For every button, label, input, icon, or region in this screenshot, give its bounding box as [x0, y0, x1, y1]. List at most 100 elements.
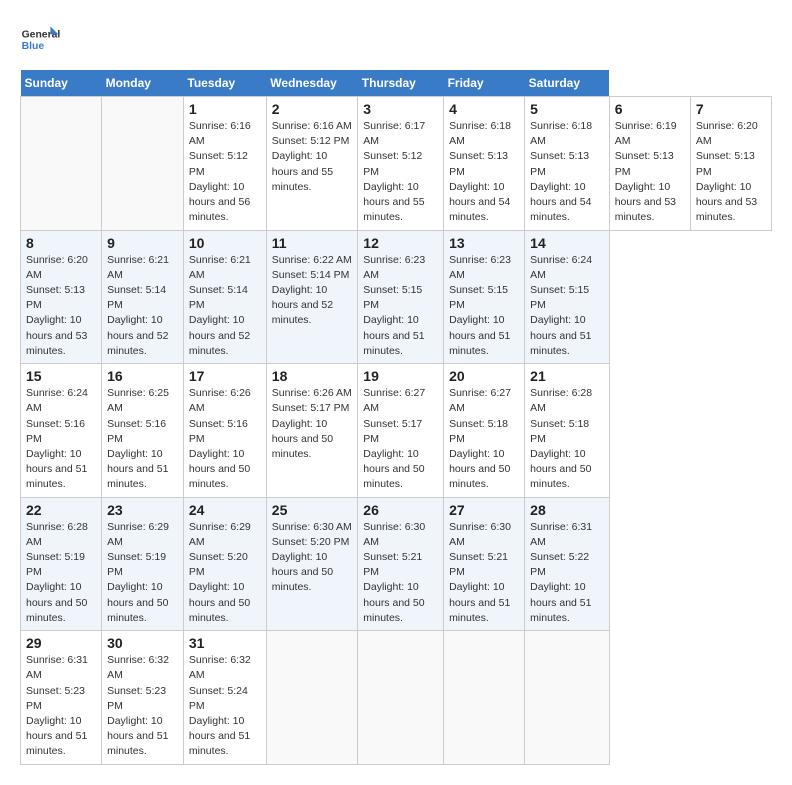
calendar-cell: 30 Sunrise: 6:32 AMSunset: 5:23 PMDayligh… [102, 631, 184, 765]
calendar-cell: 27 Sunrise: 6:30 AMSunset: 5:21 PMDayligh… [444, 497, 525, 631]
day-number: 12 [363, 235, 438, 251]
calendar-cell: 15 Sunrise: 6:24 AMSunset: 5:16 PMDayligh… [21, 364, 102, 498]
day-detail: Sunrise: 6:23 AMSunset: 5:15 PMDaylight:… [449, 253, 519, 360]
calendar-cell: 8 Sunrise: 6:20 AMSunset: 5:13 PMDaylight… [21, 230, 102, 364]
calendar-cell: 2 Sunrise: 6:16 AMSunset: 5:12 PMDaylight… [266, 97, 358, 231]
calendar-cell [358, 631, 444, 765]
calendar-cell: 19Sunrise: 6:27 AMSunset: 5:17 PMDayligh… [358, 364, 444, 498]
day-number: 29 [26, 635, 96, 651]
calendar-cell [266, 631, 358, 765]
calendar-cell: 29 Sunrise: 6:31 AMSunset: 5:23 PMDayligh… [21, 631, 102, 765]
day-detail: Sunrise: 6:30 AMSunset: 5:20 PMDaylight:… [272, 520, 353, 596]
weekday-header: Friday [444, 70, 525, 97]
day-detail: Sunrise: 6:29 AMSunset: 5:19 PMDaylight:… [107, 520, 178, 627]
weekday-header: Thursday [358, 70, 444, 97]
day-number: 8 [26, 235, 96, 251]
calendar-cell [444, 631, 525, 765]
day-detail: Sunrise: 6:18 AMSunset: 5:13 PMDaylight:… [449, 119, 519, 226]
day-number: 14 [530, 235, 604, 251]
day-number: 26 [363, 502, 438, 518]
day-detail: Sunrise: 6:29 AMSunset: 5:20 PMDaylight:… [189, 520, 261, 627]
day-number: 13 [449, 235, 519, 251]
calendar-cell: 6Sunrise: 6:19 AMSunset: 5:13 PMDaylight… [609, 97, 690, 231]
day-number: 4 [449, 101, 519, 117]
day-detail: Sunrise: 6:31 AMSunset: 5:23 PMDaylight:… [26, 653, 96, 760]
calendar-cell: 28 Sunrise: 6:31 AMSunset: 5:22 PMDayligh… [525, 497, 610, 631]
calendar-cell: 24 Sunrise: 6:29 AMSunset: 5:20 PMDayligh… [183, 497, 266, 631]
calendar-cell: 11 Sunrise: 6:22 AMSunset: 5:14 PMDayligh… [266, 230, 358, 364]
calendar-cell: 5Sunrise: 6:18 AMSunset: 5:13 PMDaylight… [525, 97, 610, 231]
calendar-cell: 7Sunrise: 6:20 AMSunset: 5:13 PMDaylight… [690, 97, 771, 231]
day-number: 11 [272, 235, 353, 251]
day-number: 22 [26, 502, 96, 518]
calendar-week-row: 15 Sunrise: 6:24 AMSunset: 5:16 PMDayligh… [21, 364, 772, 498]
calendar-cell: 13 Sunrise: 6:23 AMSunset: 5:15 PMDayligh… [444, 230, 525, 364]
day-number: 23 [107, 502, 178, 518]
logo: General Blue [20, 20, 60, 60]
day-detail: Sunrise: 6:32 AMSunset: 5:24 PMDaylight:… [189, 653, 261, 760]
svg-text:Blue: Blue [22, 41, 45, 52]
day-detail: Sunrise: 6:26 AMSunset: 5:16 PMDaylight:… [189, 386, 261, 493]
weekday-header: Saturday [525, 70, 610, 97]
day-number: 1 [189, 101, 261, 117]
day-number: 10 [189, 235, 261, 251]
calendar-cell: 1 Sunrise: 6:16 AMSunset: 5:12 PMDaylight… [183, 97, 266, 231]
day-number: 5 [530, 101, 604, 117]
calendar-cell: 22 Sunrise: 6:28 AMSunset: 5:19 PMDayligh… [21, 497, 102, 631]
day-number: 21 [530, 368, 604, 384]
day-number: 28 [530, 502, 604, 518]
calendar-cell: 25 Sunrise: 6:30 AMSunset: 5:20 PMDayligh… [266, 497, 358, 631]
calendar-cell: 9 Sunrise: 6:21 AMSunset: 5:14 PMDaylight… [102, 230, 184, 364]
day-number: 19 [363, 368, 438, 384]
calendar-cell: 31Sunrise: 6:32 AMSunset: 5:24 PMDayligh… [183, 631, 266, 765]
calendar-cell: 3Sunrise: 6:17 AMSunset: 5:12 PMDaylight… [358, 97, 444, 231]
day-detail: Sunrise: 6:24 AMSunset: 5:16 PMDaylight:… [26, 386, 96, 493]
day-number: 25 [272, 502, 353, 518]
day-detail: Sunrise: 6:26 AMSunset: 5:17 PMDaylight:… [272, 386, 353, 462]
logo-icon: General Blue [20, 20, 60, 60]
day-number: 16 [107, 368, 178, 384]
day-detail: Sunrise: 6:21 AMSunset: 5:14 PMDaylight:… [107, 253, 178, 360]
day-detail: Sunrise: 6:31 AMSunset: 5:22 PMDaylight:… [530, 520, 604, 627]
weekday-header: Wednesday [266, 70, 358, 97]
calendar-cell: 14Sunrise: 6:24 AMSunset: 5:15 PMDayligh… [525, 230, 610, 364]
calendar-cell: 17 Sunrise: 6:26 AMSunset: 5:16 PMDayligh… [183, 364, 266, 498]
weekday-header: Sunday [21, 70, 102, 97]
day-number: 20 [449, 368, 519, 384]
day-detail: Sunrise: 6:30 AMSunset: 5:21 PMDaylight:… [449, 520, 519, 627]
day-number: 15 [26, 368, 96, 384]
calendar-cell [525, 631, 610, 765]
calendar-cell: 12Sunrise: 6:23 AMSunset: 5:15 PMDayligh… [358, 230, 444, 364]
page-header: General Blue [20, 20, 772, 60]
calendar-cell: 26 Sunrise: 6:30 AMSunset: 5:21 PMDayligh… [358, 497, 444, 631]
day-detail: Sunrise: 6:25 AMSunset: 5:16 PMDaylight:… [107, 386, 178, 493]
calendar-cell: 20Sunrise: 6:27 AMSunset: 5:18 PMDayligh… [444, 364, 525, 498]
weekday-header: Monday [102, 70, 184, 97]
day-number: 27 [449, 502, 519, 518]
calendar-table: SundayMondayTuesdayWednesdayThursdayFrid… [20, 70, 772, 765]
day-number: 9 [107, 235, 178, 251]
calendar-cell: 23 Sunrise: 6:29 AMSunset: 5:19 PMDayligh… [102, 497, 184, 631]
day-number: 17 [189, 368, 261, 384]
day-detail: Sunrise: 6:20 AMSunset: 5:13 PMDaylight:… [696, 119, 766, 226]
weekday-header: Tuesday [183, 70, 266, 97]
day-detail: Sunrise: 6:32 AMSunset: 5:23 PMDaylight:… [107, 653, 178, 760]
day-detail: Sunrise: 6:21 AMSunset: 5:14 PMDaylight:… [189, 253, 261, 360]
day-detail: Sunrise: 6:30 AMSunset: 5:21 PMDaylight:… [363, 520, 438, 627]
calendar-week-row: 29 Sunrise: 6:31 AMSunset: 5:23 PMDayligh… [21, 631, 772, 765]
day-detail: Sunrise: 6:28 AMSunset: 5:19 PMDaylight:… [26, 520, 96, 627]
calendar-cell: 21Sunrise: 6:28 AMSunset: 5:18 PMDayligh… [525, 364, 610, 498]
calendar-cell [21, 97, 102, 231]
day-number: 3 [363, 101, 438, 117]
day-detail: Sunrise: 6:20 AMSunset: 5:13 PMDaylight:… [26, 253, 96, 360]
day-number: 2 [272, 101, 353, 117]
day-detail: Sunrise: 6:16 AMSunset: 5:12 PMDaylight:… [272, 119, 353, 195]
calendar-week-row: 8 Sunrise: 6:20 AMSunset: 5:13 PMDaylight… [21, 230, 772, 364]
day-number: 24 [189, 502, 261, 518]
day-number: 30 [107, 635, 178, 651]
calendar-week-row: 1 Sunrise: 6:16 AMSunset: 5:12 PMDaylight… [21, 97, 772, 231]
day-number: 18 [272, 368, 353, 384]
calendar-cell: 4 Sunrise: 6:18 AMSunset: 5:13 PMDaylight… [444, 97, 525, 231]
day-detail: Sunrise: 6:22 AMSunset: 5:14 PMDaylight:… [272, 253, 353, 329]
day-detail: Sunrise: 6:16 AMSunset: 5:12 PMDaylight:… [189, 119, 261, 226]
